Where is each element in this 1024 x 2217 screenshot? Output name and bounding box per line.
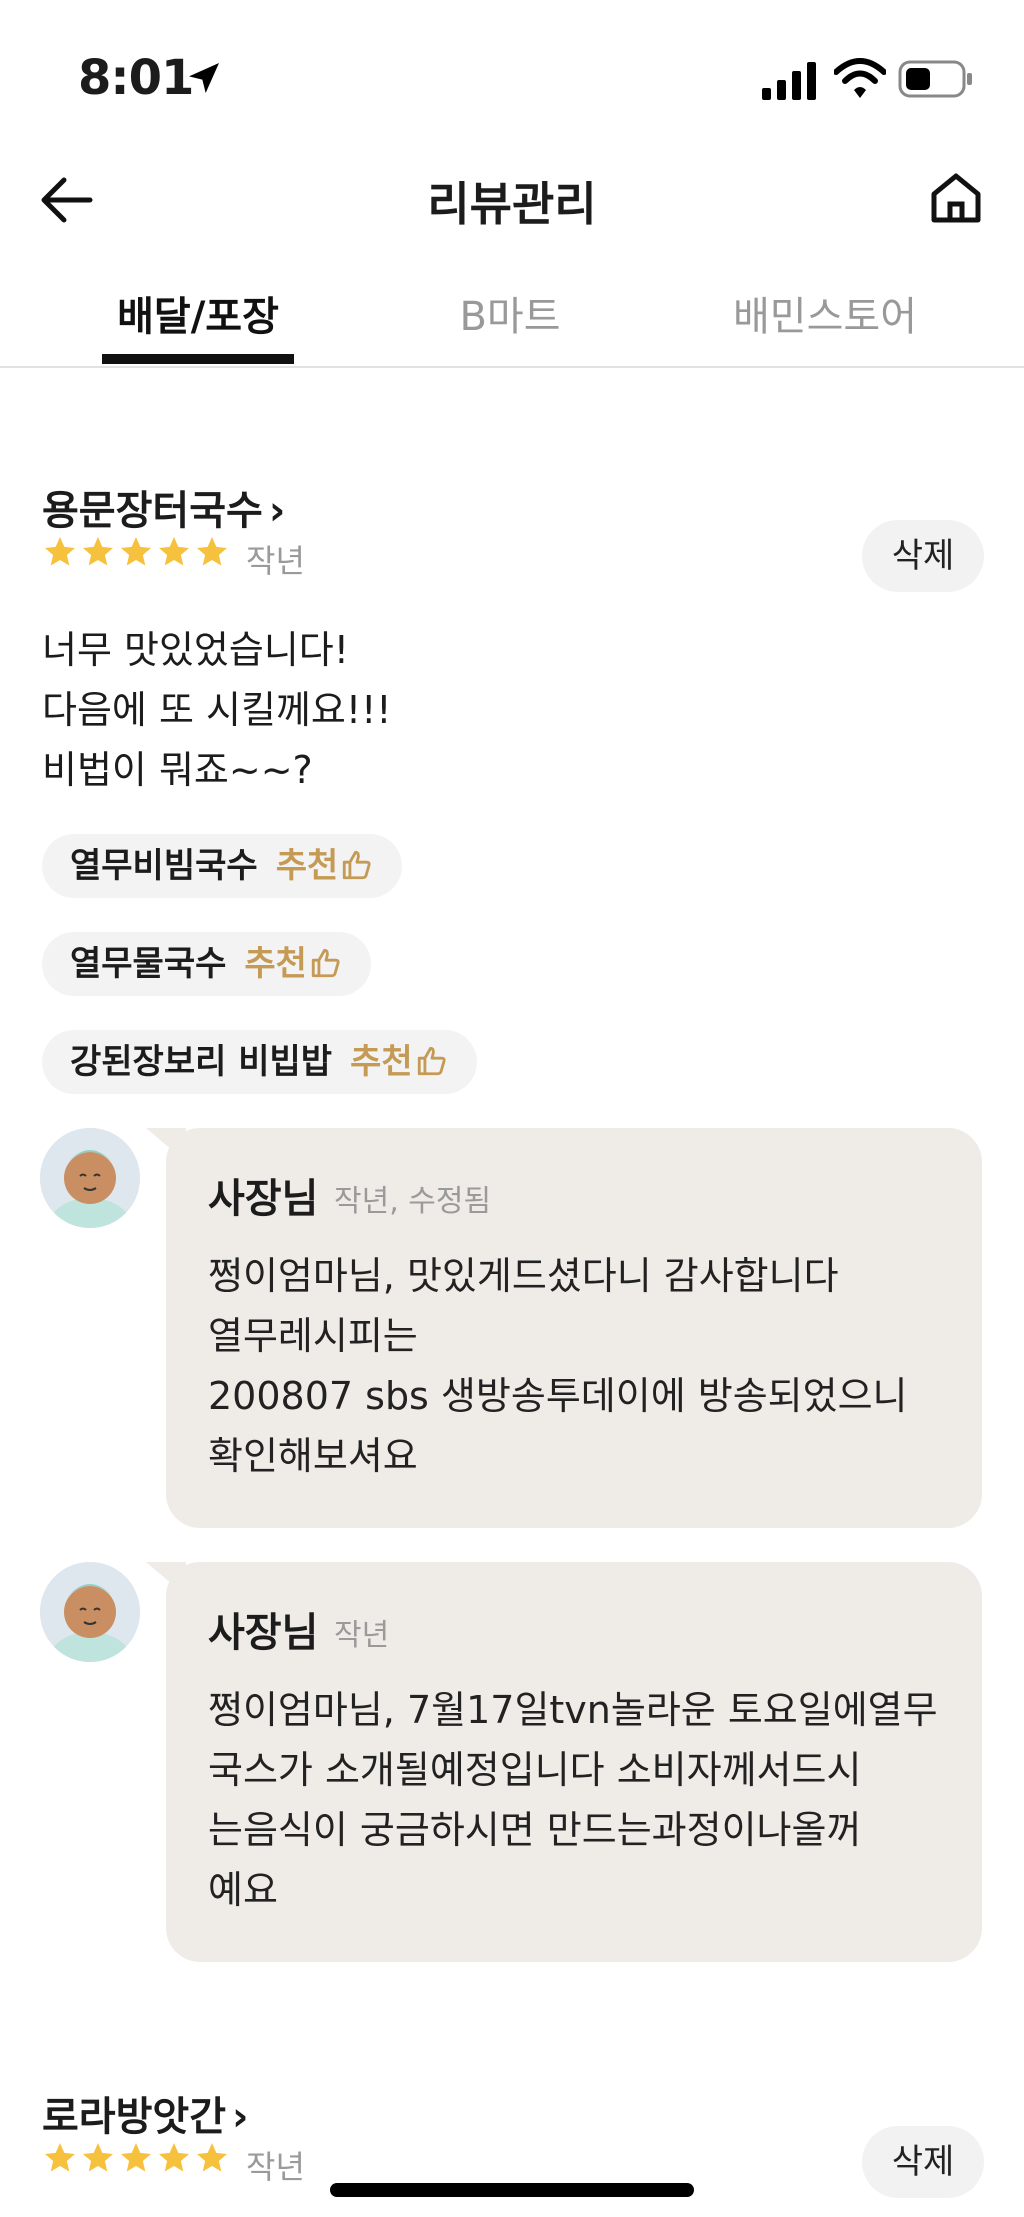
location-arrow-icon [189, 63, 219, 93]
owner-reply: 사장님 작년, 수정됨 쩡이엄마님, 맛있게드셨다니 감사합니다 열무레시피는 … [146, 1128, 982, 1528]
store-link[interactable]: 용문장터국수 › [42, 478, 285, 536]
recommend-label: 추천 [244, 944, 307, 984]
store-link[interactable]: 로라방앗간 › [42, 2084, 248, 2142]
review-text-line: 다음에 또 시킬께요!!! [42, 688, 392, 732]
star-icon [45, 2143, 75, 2172]
reply-author: 사장님 [208, 1610, 319, 1656]
recommend-label: 추천 [275, 846, 339, 886]
owner-avatar [40, 1562, 140, 1662]
star-icon [197, 537, 227, 566]
owner-avatar-icon [40, 1562, 140, 1662]
page-title: 리뷰관리 [427, 177, 597, 231]
star-icon [121, 2143, 151, 2172]
review-text-line: 비법이 뭐죠~~? [42, 748, 313, 792]
reply-text-line: 쩡이엄마님, 맛있게드셨다니 감사합니다 [208, 1254, 839, 1298]
owner-avatar-icon [40, 1128, 140, 1228]
header: 리뷰관리 [0, 150, 1024, 250]
menu-name: 강된장보리 비빕밥 [70, 1042, 333, 1082]
review-text-line: 너무 맛있었습니다! [42, 628, 349, 672]
star-icon [197, 2143, 227, 2172]
reply-text: 쩡이엄마님, 맛있게드셨다니 감사합니다 열무레시피는 200807 sbs 생… [208, 1246, 968, 1486]
signal-icon [762, 62, 816, 100]
home-icon[interactable] [926, 168, 986, 228]
menu-name: 열무비빔국수 [70, 846, 258, 886]
wifi-icon [834, 58, 886, 98]
delete-button[interactable]: 삭제 [862, 520, 984, 592]
reply-text: 쩡이엄마님, 7월17일tvn놀라운 토요일에열무 국스가 소개될예정입니다 소… [208, 1680, 968, 1920]
reply-text-line: 예요 [208, 1868, 278, 1912]
status-time: 8:01 [78, 50, 194, 106]
star-icon [83, 2143, 113, 2172]
thumbs-up-icon [311, 948, 340, 978]
status-bar: 8:01 [0, 0, 1024, 160]
review-text: 너무 맛있었습니다! 다음에 또 시킬께요!!! 비법이 뭐죠~~? [42, 620, 942, 800]
star-icon [159, 537, 189, 566]
menu-tag: 강된장보리 비빕밥 추천 [42, 1030, 477, 1094]
chevron-right-icon: › [232, 2094, 249, 2140]
battery-icon [898, 60, 972, 98]
menu-name: 열무물국수 [70, 944, 227, 984]
recommend-label: 추천 [350, 1042, 413, 1082]
thumbs-up-icon [417, 1046, 446, 1076]
star-icon [45, 537, 75, 566]
store-name: 용문장터국수 [42, 488, 263, 534]
store-name: 로라방앗간 [42, 2094, 226, 2140]
tab-bmart[interactable]: B마트 [420, 284, 600, 366]
tab-baemin-store[interactable]: 배민스토어 [700, 284, 950, 366]
reply-text-line: 200807 sbs 생방송투데이에 방송되었으니 [208, 1374, 908, 1418]
owner-reply: 사장님 작년 쩡이엄마님, 7월17일tvn놀라운 토요일에열무 국스가 소개될… [146, 1562, 982, 1962]
chevron-right-icon: › [268, 488, 286, 534]
rating-stars [42, 2140, 232, 2184]
owner-avatar [40, 1128, 140, 1228]
reply-text-line: 확인해보셔요 [208, 1434, 418, 1478]
rating-stars [42, 534, 232, 578]
delete-button[interactable]: 삭제 [862, 2126, 984, 2198]
home-indicator[interactable] [330, 2183, 694, 2197]
reply-text-line: 는음식이 궁금하시면 만드는과정이나올꺼 [208, 1808, 862, 1852]
menu-tag: 열무물국수 추천 [42, 932, 371, 996]
reply-text-line: 쩡이엄마님, 7월17일tvn놀라운 토요일에열무 [208, 1688, 938, 1732]
reply-text-line: 국스가 소개될예정입니다 소비자께서드시 [208, 1748, 862, 1792]
menu-tag: 열무비빔국수 추천 [42, 834, 403, 898]
active-tab-indicator [102, 354, 294, 364]
reply-author: 사장님 [208, 1176, 319, 1222]
reply-date: 작년, 수정됨 [334, 1184, 492, 1219]
reply-date: 작년 [334, 1618, 390, 1653]
tab-bar: 배달/포장 B마트 배민스토어 [0, 270, 1024, 368]
review-date: 작년 [246, 2148, 305, 2186]
star-icon [121, 537, 151, 566]
thumbs-up-icon [343, 850, 371, 880]
review-date: 작년 [246, 542, 305, 580]
star-icon [159, 2143, 189, 2172]
star-icon [83, 537, 113, 566]
reply-text-line: 열무레시피는 [208, 1314, 418, 1358]
